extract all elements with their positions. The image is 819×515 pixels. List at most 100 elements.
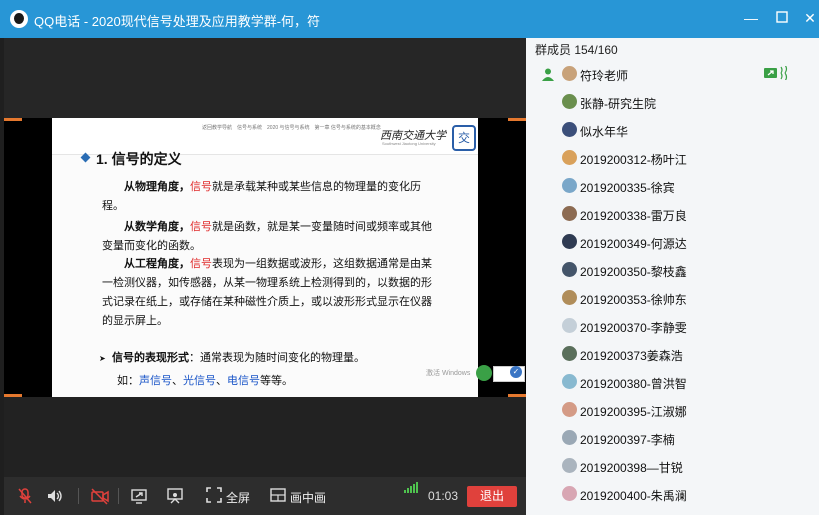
- share-screen-button[interactable]: [130, 487, 148, 505]
- arrow-bullet-icon: ➤: [99, 354, 106, 363]
- mic-muted-button[interactable]: [16, 487, 34, 505]
- slide-heading: 1. 信号的定义: [96, 151, 182, 167]
- avatar: [562, 458, 577, 473]
- university-subtitle: Southwest Jiaotong University: [382, 141, 436, 146]
- keyword-signal: 信号: [190, 181, 212, 193]
- avatar: [562, 290, 577, 305]
- maximize-icon: [776, 11, 788, 23]
- close-button[interactable]: ✕: [800, 8, 819, 28]
- phys-lead: 从物理角度，: [124, 181, 190, 193]
- example-lead: 如：: [117, 375, 139, 387]
- example-sep: 、: [172, 375, 183, 387]
- call-timer: 01:03: [428, 489, 459, 503]
- member-name: 张静-研究生院: [580, 97, 656, 111]
- avatar: [562, 318, 577, 333]
- maximize-button[interactable]: [772, 8, 792, 28]
- slide-nav-text: 返回教学导航 信号与系统 2020 与信号与系统 第一章 信号与系统的基本概念: [202, 125, 381, 131]
- pip-button[interactable]: [270, 487, 286, 505]
- definition-physical: 从物理角度，信号就是承载某种或某些信息的物理量的变化历程。: [102, 178, 442, 216]
- avatar: [562, 122, 577, 137]
- speaker-button[interactable]: [46, 487, 64, 505]
- member-row[interactable]: 2019200400-朱禹澜: [526, 480, 819, 508]
- fullscreen-label[interactable]: 全屏: [226, 489, 250, 506]
- fullscreen-button[interactable]: [206, 487, 222, 505]
- pip-label[interactable]: 画中画: [290, 489, 326, 506]
- avatar: [562, 374, 577, 389]
- call-toolbar: 全屏 画中画 01:03 退出: [4, 477, 526, 515]
- member-row[interactable]: 2019200349-何源达: [526, 228, 819, 256]
- member-row[interactable]: 2019200338-雷万良: [526, 200, 819, 228]
- member-row[interactable]: 2019200380-曾洪智: [526, 368, 819, 396]
- example-light: 光信号: [183, 375, 216, 387]
- video-corner-marker: [508, 394, 526, 397]
- speaker-icon: [48, 490, 62, 502]
- signal-examples: 如：声信号、光信号、电信号等等。: [117, 372, 293, 388]
- avatar: [562, 94, 577, 109]
- member-row[interactable]: 2019200395-江淑娜: [526, 396, 819, 424]
- camera-off-icon: [91, 488, 109, 505]
- member-name: 2019200373姜森浩: [580, 349, 683, 363]
- presenter-icon: [167, 488, 183, 504]
- example-sound: 声信号: [139, 375, 172, 387]
- title-bar[interactable]: QQ电话 - 2020现代信号处理及应用教学群-何，符 — ✕: [0, 0, 819, 38]
- avatar: [562, 178, 577, 193]
- member-row-host[interactable]: 符玲老师: [526, 60, 819, 88]
- window-title: QQ电话 - 2020现代信号处理及应用教学群-何，符: [34, 14, 321, 29]
- overlay-check-icon: ✓: [510, 366, 522, 378]
- member-row[interactable]: 2019200335-徐宾: [526, 172, 819, 200]
- member-name: 2019200353-徐帅东: [580, 293, 687, 307]
- shared-screen-video[interactable]: 返回教学导航 信号与系统 2020 与信号与系统 第一章 信号与系统的基本概念 …: [4, 118, 526, 397]
- qq-call-window: QQ电话 - 2020现代信号处理及应用教学群-何，符 — ✕ 返回教学导航 信…: [0, 0, 819, 515]
- member-count-header: 群成员 154/160: [535, 43, 618, 57]
- example-electric: 电信号: [227, 375, 260, 387]
- member-row[interactable]: 2019200373姜森浩: [526, 340, 819, 368]
- member-name: 2019200397-李楠: [580, 433, 675, 447]
- avatar: [562, 430, 577, 445]
- exit-call-button[interactable]: 退出: [467, 486, 517, 507]
- definition-engineering: 从工程角度，信号表现为一组数据或波形，这组数据通常是由某一检测仪器，如传感器，从…: [102, 255, 442, 331]
- member-name: 2019200398—甘锐: [580, 461, 683, 475]
- avatar: [562, 150, 577, 165]
- presentation-slide: 返回教学导航 信号与系统 2020 与信号与系统 第一章 信号与系统的基本概念 …: [52, 118, 525, 397]
- member-panel: 群成员 154/160 符玲老师张静-研究生院 似水年华 2019200312-杨叶…: [526, 38, 819, 515]
- video-top-blank: [4, 38, 526, 118]
- share-screen-icon: [131, 489, 147, 504]
- member-name: 2019200312-杨叶江: [580, 153, 687, 167]
- member-row[interactable]: 2019200370-李静雯: [526, 312, 819, 340]
- member-name: 2019200335-徐宾: [580, 181, 675, 195]
- example-end: 等等。: [260, 375, 293, 387]
- host-user-icon: [541, 67, 555, 81]
- definition-math: 从数学角度，信号就是函数，就是某一变量随时间或频率或其他变量而变化的函数。: [102, 218, 442, 256]
- video-corner-marker: [4, 394, 22, 397]
- member-row[interactable]: 2019200398—甘锐: [526, 452, 819, 480]
- member-row[interactable]: 2019200312-杨叶江: [526, 144, 819, 172]
- avatar: [562, 346, 577, 361]
- video-corner-marker: [508, 118, 526, 121]
- member-name: 2019200380-曾洪智: [580, 377, 687, 391]
- member-row[interactable]: 似水年华: [526, 116, 819, 144]
- avatar: [562, 206, 577, 221]
- video-corner-marker: [4, 118, 22, 121]
- toolbar-divider: [78, 488, 79, 504]
- avatar: [562, 262, 577, 277]
- signal-forms-bullet: 信号的表现形式：通常表现为随时间变化的物理量。: [112, 349, 365, 365]
- member-name: 2019200338-雷万良: [580, 209, 687, 223]
- minimize-button[interactable]: —: [741, 8, 761, 28]
- whiteboard-button[interactable]: [166, 487, 184, 505]
- toolbar-divider: [118, 488, 119, 504]
- fullscreen-icon: [206, 487, 222, 503]
- picture-in-picture-icon: [270, 488, 286, 502]
- university-seal-icon: 交: [452, 125, 476, 151]
- camera-off-button[interactable]: [90, 487, 110, 505]
- member-name: 2019200395-江淑娜: [580, 405, 687, 419]
- member-row[interactable]: 2019200353-徐帅东: [526, 284, 819, 312]
- member-row[interactable]: 张静-研究生院: [526, 88, 819, 116]
- member-row[interactable]: 2019200397-李楠: [526, 424, 819, 452]
- member-name: 似水年华: [580, 125, 629, 139]
- math-lead: 从数学角度，: [124, 221, 190, 233]
- qq-penguin-icon: [10, 10, 28, 28]
- member-name: 2019200400-朱禹澜: [580, 489, 687, 503]
- avatar: [562, 402, 577, 417]
- forms-text: ：通常表现为随时间变化的物理量。: [189, 352, 365, 364]
- member-row[interactable]: 2019200350-黎枝鑫: [526, 256, 819, 284]
